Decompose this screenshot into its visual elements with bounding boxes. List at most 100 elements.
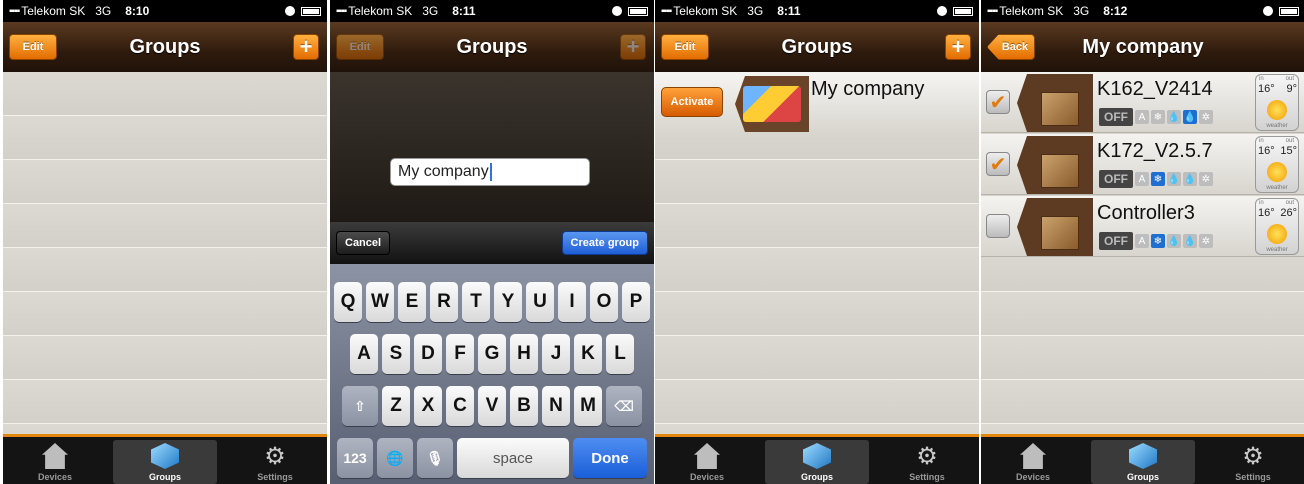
space-key[interactable]: space bbox=[457, 438, 569, 478]
mode-icon[interactable]: ✲ bbox=[1199, 172, 1213, 186]
mode-icon[interactable]: A bbox=[1135, 234, 1149, 248]
device-row[interactable]: ✔ K172_V2.5.7 OFF A ❄ 💧 💧 ✲ in out 16° 15° we… bbox=[981, 134, 1304, 195]
shift-key[interactable]: ⇧ bbox=[342, 386, 378, 426]
create-group-button[interactable]: Create group bbox=[561, 231, 648, 255]
add-group-button[interactable]: + bbox=[293, 34, 319, 60]
keyboard-row-2: ASDFGHJKL bbox=[332, 334, 652, 374]
off-button[interactable]: OFF bbox=[1099, 108, 1133, 126]
rotation-lock-icon bbox=[937, 6, 947, 16]
letter-key[interactable]: F bbox=[446, 334, 474, 374]
done-key[interactable]: Done bbox=[573, 438, 647, 478]
device-checkbox[interactable]: ✔ bbox=[986, 152, 1010, 176]
tab-devices[interactable]: Devices bbox=[3, 437, 107, 484]
letter-key[interactable]: I bbox=[558, 282, 586, 322]
mode-icon[interactable]: 💧 bbox=[1183, 110, 1197, 124]
group-detail-screen: ▪▪▪▪ Telekom SK 3G 8:12 Back My company … bbox=[981, 0, 1304, 484]
mode-icon[interactable]: 💧 bbox=[1183, 172, 1197, 186]
tab-settings[interactable]: ⚙ Settings bbox=[1201, 437, 1304, 484]
letter-key[interactable]: X bbox=[414, 386, 442, 426]
letter-key[interactable]: E bbox=[398, 282, 426, 322]
activate-button[interactable]: Activate bbox=[661, 87, 723, 117]
groups-empty-screen: ▪▪▪▪ Telekom SK 3G 8:10 Edit Groups + De… bbox=[3, 0, 327, 484]
letter-key[interactable]: T bbox=[462, 282, 490, 322]
temperature-in: 16° bbox=[1258, 145, 1275, 157]
letter-key[interactable]: Z bbox=[382, 386, 410, 426]
tab-devices[interactable]: Devices bbox=[981, 437, 1085, 484]
mode-icon[interactable]: 💧 bbox=[1167, 110, 1181, 124]
mode-icon[interactable]: ❄ bbox=[1151, 234, 1165, 248]
edit-button[interactable]: Edit bbox=[661, 34, 709, 60]
letter-key[interactable]: O bbox=[590, 282, 618, 322]
edit-button[interactable]: Edit bbox=[9, 34, 57, 60]
letter-key[interactable]: C bbox=[446, 386, 474, 426]
letter-key[interactable]: N bbox=[542, 386, 570, 426]
tab-groups[interactable]: Groups bbox=[1091, 440, 1195, 484]
letter-key[interactable]: W bbox=[366, 282, 394, 322]
input-value: My company bbox=[398, 163, 489, 180]
house-icon bbox=[42, 443, 68, 469]
mode-icon[interactable]: 💧 bbox=[1167, 172, 1181, 186]
letter-key[interactable]: S bbox=[382, 334, 410, 374]
letter-key[interactable]: H bbox=[510, 334, 538, 374]
tab-settings[interactable]: ⚙ Settings bbox=[223, 437, 327, 484]
letter-key[interactable]: L bbox=[606, 334, 634, 374]
mode-icon[interactable]: 💧 bbox=[1167, 234, 1181, 248]
tab-groups[interactable]: Groups bbox=[765, 440, 869, 484]
letter-key[interactable]: D bbox=[414, 334, 442, 374]
letter-key[interactable]: B bbox=[510, 386, 538, 426]
cancel-button[interactable]: Cancel bbox=[336, 231, 391, 255]
tab-groups[interactable]: Groups bbox=[113, 440, 217, 484]
device-name: Controller3 bbox=[1097, 202, 1195, 224]
tab-devices[interactable]: Devices bbox=[655, 437, 759, 484]
navigation-bar: Edit Groups + bbox=[3, 22, 327, 72]
on-screen-keyboard: QWERTYUIOP ASDFGHJKL ⇧ ZXCVBNM ⌫ 123 🌐 🎙… bbox=[330, 264, 654, 484]
device-image bbox=[1017, 74, 1093, 132]
rotation-lock-icon bbox=[1263, 6, 1273, 16]
mode-icon[interactable]: A bbox=[1135, 110, 1149, 124]
off-button[interactable]: OFF bbox=[1099, 232, 1133, 250]
letter-key[interactable]: G bbox=[478, 334, 506, 374]
sun-icon bbox=[1267, 100, 1287, 120]
network-label: 3G bbox=[422, 4, 439, 18]
mode-icon[interactable]: A bbox=[1135, 172, 1149, 186]
weather-widget[interactable]: in out 16° 26° weather bbox=[1255, 198, 1299, 255]
group-row[interactable]: Activate My company bbox=[655, 72, 979, 134]
mode-icon[interactable]: ✲ bbox=[1199, 234, 1213, 248]
mode-icon[interactable]: ❄ bbox=[1151, 172, 1165, 186]
mode-icon[interactable]: 💧 bbox=[1183, 234, 1197, 248]
letter-key[interactable]: K bbox=[574, 334, 602, 374]
off-button[interactable]: OFF bbox=[1099, 170, 1133, 188]
microphone-key[interactable]: 🎙 bbox=[417, 438, 453, 478]
weather-widget[interactable]: in out 16° 15° weather bbox=[1255, 136, 1299, 193]
letter-key[interactable]: Q bbox=[334, 282, 362, 322]
back-button[interactable]: Back bbox=[987, 34, 1035, 60]
letter-key[interactable]: P bbox=[622, 282, 650, 322]
temperature-out: 26° bbox=[1280, 207, 1297, 219]
letter-key[interactable]: M bbox=[574, 386, 602, 426]
out-label: out bbox=[1285, 138, 1294, 144]
device-checkbox[interactable] bbox=[986, 214, 1010, 238]
clock: 8:12 bbox=[1103, 4, 1128, 18]
globe-key[interactable]: 🌐 bbox=[377, 438, 413, 478]
mode-icon[interactable]: ✲ bbox=[1199, 110, 1213, 124]
delete-key[interactable]: ⌫ bbox=[606, 386, 642, 426]
carrier-label: Telekom SK bbox=[673, 4, 738, 18]
letter-key[interactable]: V bbox=[478, 386, 506, 426]
letter-key[interactable]: R bbox=[430, 282, 458, 322]
group-name-input[interactable]: My company bbox=[390, 158, 590, 186]
numbers-key[interactable]: 123 bbox=[337, 438, 373, 478]
rotation-lock-icon bbox=[285, 6, 295, 16]
device-row[interactable]: ✔ K162_V2414 OFF A ❄ 💧 💧 ✲ in out 16° 9° weat… bbox=[981, 72, 1304, 133]
mode-icon[interactable]: ❄ bbox=[1151, 110, 1165, 124]
room-icon bbox=[743, 86, 801, 122]
letter-key[interactable]: Y bbox=[494, 282, 522, 322]
device-row[interactable]: Controller3 OFF A ❄ 💧 💧 ✲ in out 16° 26° weat… bbox=[981, 196, 1304, 257]
device-checkbox[interactable]: ✔ bbox=[986, 90, 1010, 114]
letter-key[interactable]: J bbox=[542, 334, 570, 374]
tab-settings[interactable]: ⚙ Settings bbox=[875, 437, 979, 484]
letter-key[interactable]: U bbox=[526, 282, 554, 322]
letter-key[interactable]: A bbox=[350, 334, 378, 374]
add-group-button[interactable]: + bbox=[945, 34, 971, 60]
weather-widget[interactable]: in out 16° 9° weather bbox=[1255, 74, 1299, 131]
battery-icon bbox=[301, 6, 321, 16]
